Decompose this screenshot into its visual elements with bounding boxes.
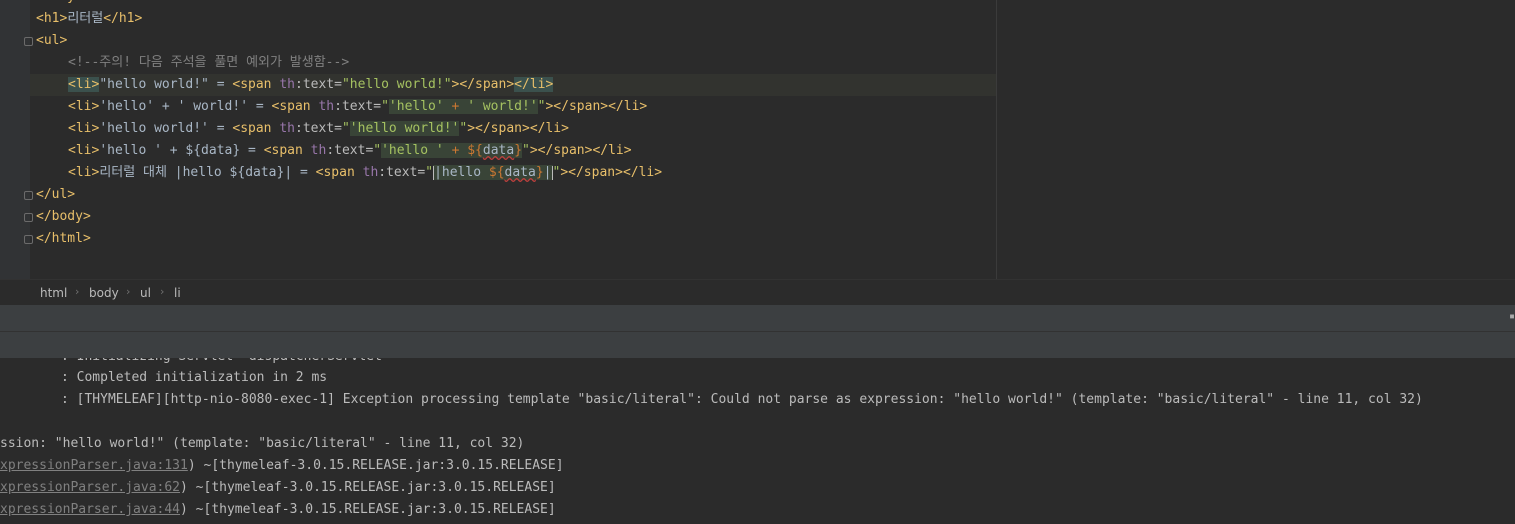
chevron-right-icon: › <box>75 285 80 298</box>
console-toolbar <box>0 332 1515 359</box>
breadcrumb-item-html[interactable]: html <box>40 286 67 300</box>
code-line-li-3: <li>'hello world!' = <span th:text="'hel… <box>68 121 569 136</box>
console-line: : Completed initialization in 2 ms <box>61 370 328 385</box>
stack-trace-line: xpressionParser.java:62) ~[thymeleaf-3.0… <box>0 480 556 495</box>
stack-trace-line: xpressionParser.java:44) ~[thymeleaf-3.0… <box>0 502 556 517</box>
fold-toggle-icon[interactable] <box>24 213 33 222</box>
console-line: : [THYMELEAF][http-nio-8080-exec-1] Exce… <box>61 392 1423 407</box>
breadcrumb: html › body › ul › li <box>0 279 1515 306</box>
h1-text: 리터럴 <box>67 11 104 26</box>
breadcrumb-item-ul[interactable]: ul <box>140 286 151 300</box>
breadcrumb-item-li[interactable]: li <box>174 286 181 300</box>
fold-toggle-icon[interactable] <box>24 191 33 200</box>
more-icon[interactable]: ▪ <box>1509 311 1515 322</box>
stack-trace-line: xpressionParser.java:131) ~[thymeleaf-3.… <box>0 458 564 473</box>
stack-trace-link[interactable]: xpressionParser.java:131 <box>0 458 188 473</box>
code-editor[interactable]: <body> <h1>리터럴</h1> <ul> <!--주의! 다음 주석을 … <box>0 0 1515 279</box>
code-line-li-2: <li>'hello' + ' world!' = <span th:text=… <box>68 99 648 114</box>
code-line-h1: <h1>리터럴</h1> <box>36 11 143 26</box>
chevron-right-icon: › <box>126 285 131 298</box>
fold-toggle-icon[interactable] <box>24 37 33 46</box>
chevron-right-icon: › <box>160 285 165 298</box>
code-line-ul-close: </ul> <box>36 187 76 202</box>
code-line-comment: <!--주의! 다음 주석을 풀면 예외가 발생함--> <box>68 55 350 70</box>
console-line: ssion: "hello world!" (template: "basic/… <box>0 436 525 451</box>
right-margin-guide <box>996 0 997 279</box>
stack-trace-link[interactable]: xpressionParser.java:44 <box>0 502 180 517</box>
code-line-body-close: </body> <box>36 209 91 224</box>
code-line-li-1: <li>"hello world!" = <span th:text="hell… <box>30 74 996 96</box>
fold-toggle-icon[interactable] <box>24 235 33 244</box>
code-line-li-5: <li>리터럴 대체 |hello ${data}| = <span th:te… <box>68 165 663 180</box>
code-line-body-open: <body> <box>36 0 83 8</box>
stack-trace-link[interactable]: xpressionParser.java:62 <box>0 480 180 495</box>
code-line-li-4: <li>'hello ' + ${data} = <span th:text="… <box>68 143 632 158</box>
tool-window-header: ▪ <box>0 305 1515 332</box>
breadcrumb-item-body[interactable]: body <box>89 286 119 300</box>
run-console[interactable]: : Initializing Servlet 'dispatcherServle… <box>0 358 1515 524</box>
code-line-ul-open: <ul> <box>36 33 68 48</box>
code-line-html-close: </html> <box>36 231 91 246</box>
